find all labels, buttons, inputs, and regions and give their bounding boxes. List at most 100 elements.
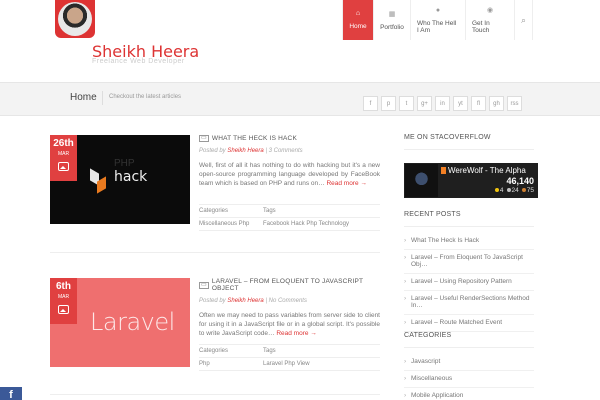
widget-title: CATEGORIES (404, 332, 534, 348)
tags-label: Tags (263, 208, 276, 214)
widget-title: ME ON STACOVERFLOW (404, 134, 534, 150)
rss-icon[interactable]: rss (507, 96, 522, 111)
breadcrumb-subtitle: Checkout the latest articles (109, 94, 182, 100)
bronze-badge-icon (521, 188, 526, 192)
categories-list: Javascript Miscellaneous Mobile Applicat… (404, 354, 534, 400)
youtube-icon[interactable]: yt (453, 96, 468, 111)
format-icon: ▭ (199, 281, 209, 289)
posted-by-label: Posted by (199, 298, 226, 304)
post-categories[interactable]: Php (199, 361, 263, 367)
post-author[interactable]: Sheikh Heera (227, 298, 263, 304)
categories-widget: CATEGORIES Javascript Miscellaneous Mobi… (404, 332, 534, 400)
tags-label: Tags (263, 348, 276, 354)
facebook-floating-button[interactable]: f (0, 387, 22, 400)
flickr-icon[interactable]: fl (471, 96, 486, 111)
breadcrumb-home[interactable]: Home (70, 92, 97, 103)
date-month: MAR (57, 151, 70, 157)
avatar-photo (58, 2, 92, 36)
post-title[interactable]: ▭ WHAT THE HECK IS HACK (199, 135, 380, 142)
post-categories[interactable]: Miscellaneous Php (199, 221, 263, 227)
post-comments[interactable]: 3 Comments (269, 148, 303, 154)
format-icon: ▭ (199, 135, 209, 142)
recent-posts-widget: RECENT POSTS What The Heck Is Hack Larav… (404, 211, 534, 332)
recent-posts-list: What The Heck Is Hack Laravel – From Elo… (404, 233, 534, 332)
search-button[interactable]: ⌕ (514, 0, 533, 40)
social-links: f p t g+ in yt fl gh rss (363, 96, 522, 111)
post-body: ▭ WHAT THE HECK IS HACK Posted by Sheikh… (199, 135, 380, 231)
facebook-icon: f (9, 389, 13, 400)
so-avatar (405, 164, 438, 197)
widget-title: RECENT POSTS (404, 211, 534, 227)
post-comments[interactable]: No Comments (269, 298, 307, 304)
post-thumbnail[interactable]: PHP hack 26th MAR (50, 135, 190, 224)
post-title-text: WHAT THE HECK IS HACK (211, 135, 297, 142)
post-thumbnail[interactable]: Laravel 6th MAR (50, 278, 190, 367)
nav-portfolio[interactable]: ▦ Portfolio (373, 0, 410, 40)
stackoverflow-flair[interactable]: WereWolf - The Alpha 46,140 4 24 75 (404, 163, 538, 198)
post-taxonomy: Categories Tags Miscellaneous Php Facebo… (199, 204, 380, 231)
post-author[interactable]: Sheikh Heera (227, 148, 263, 154)
so-username: WereWolf - The Alpha (441, 166, 526, 175)
thumb-laravel-text: Laravel (90, 308, 175, 336)
date-badge: 26th MAR (50, 135, 77, 181)
nav-home-label: Home (349, 23, 367, 30)
site-header: Sheikh Heera Freelance Web Developer ⌂ H… (0, 0, 600, 82)
image-format-icon (58, 305, 69, 314)
so-badges: 4 24 75 (494, 187, 534, 194)
thumb-php-text: PHP (114, 158, 135, 169)
stackoverflow-widget: ME ON STACOVERFLOW WereWolf - The Alpha … (404, 134, 538, 198)
main-nav: ⌂ Home ▦ Portfolio ● Who The Hell I Am ◉… (342, 0, 533, 40)
nav-portfolio-label: Portfolio (380, 23, 404, 31)
recent-post-link[interactable]: Laravel – Using Repository Pattern (404, 274, 534, 291)
categories-label: Categories (199, 208, 229, 214)
recent-post-link[interactable]: Laravel – Useful RenderSections Method I… (404, 291, 534, 315)
github-icon[interactable]: gh (489, 96, 504, 111)
nav-home[interactable]: ⌂ Home (342, 0, 373, 40)
facebook-icon[interactable]: f (363, 96, 378, 111)
category-link[interactable]: Mobile Application (404, 388, 534, 400)
nav-who-label: Who The Hell I Am (417, 19, 457, 34)
hack-logo-icon (90, 168, 106, 194)
so-username-text: WereWolf - The Alpha (448, 166, 526, 175)
gold-count: 4 (499, 187, 504, 194)
pin-icon: ◉ (486, 7, 494, 14)
post-tags[interactable]: Facebook Hack Php Technology (263, 221, 349, 227)
pinterest-icon[interactable]: p (381, 96, 396, 111)
twitter-icon[interactable]: t (399, 96, 414, 111)
read-more-link[interactable]: Read more → (326, 180, 366, 187)
recent-post-link[interactable]: What The Heck Is Hack (404, 233, 534, 250)
post-tags[interactable]: Laravel Php View (263, 361, 310, 367)
googleplus-icon[interactable]: g+ (417, 96, 432, 111)
category-link[interactable]: Miscellaneous (404, 371, 534, 388)
nav-contact[interactable]: ◉ Get In Touch (465, 0, 514, 40)
post-title[interactable]: ▭ LARAVEL – FROM ELOQUENT TO JAVASCRIPT … (199, 278, 380, 292)
post-divider (50, 252, 380, 253)
post-taxonomy: Categories Tags Php Laravel Php View (199, 344, 380, 371)
home-icon: ⌂ (355, 10, 361, 17)
post-meta: Posted by Sheikh Heera | No Comments (199, 298, 307, 304)
recent-post-link[interactable]: Laravel – Route Matched Event (404, 315, 534, 332)
breadcrumb-bar: Home Checkout the latest articles f p t … (0, 82, 600, 116)
silver-count: 24 (511, 187, 519, 194)
category-link[interactable]: Javascript (404, 354, 534, 371)
date-day: 6th (56, 281, 71, 292)
post-excerpt: Often we may need to pass variables from… (199, 311, 380, 338)
post-excerpt: Well, first of all it has nothing to do … (199, 161, 380, 188)
search-icon: ⌕ (520, 14, 527, 25)
read-more-link[interactable]: Read more → (276, 330, 316, 337)
post-divider (50, 394, 380, 395)
stackoverflow-icon (441, 167, 446, 175)
bronze-count: 75 (526, 187, 534, 194)
image-format-icon (58, 162, 69, 171)
thumb-hack-text: hack (114, 169, 148, 185)
linkedin-icon[interactable]: in (435, 96, 450, 111)
post-card: Laravel 6th MAR ▭ LARAVEL – FROM ELOQUEN… (50, 278, 380, 371)
recent-post-link[interactable]: Laravel – From Eloquent To JavaScript Ob… (404, 250, 534, 274)
post-title-text: LARAVEL – FROM ELOQUENT TO JAVASCRIPT OB… (211, 278, 364, 292)
nav-who[interactable]: ● Who The Hell I Am (410, 0, 465, 40)
avatar[interactable] (55, 0, 95, 38)
categories-label: Categories (199, 348, 229, 354)
date-badge: 6th MAR (50, 278, 77, 324)
date-month: MAR (57, 294, 70, 300)
so-reputation: 46,140 (506, 176, 534, 186)
